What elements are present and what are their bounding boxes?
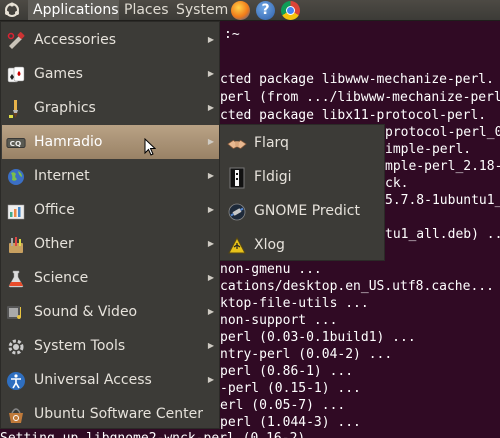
- system-menu-button[interactable]: System: [171, 0, 228, 20]
- menu-item-games[interactable]: Games ▶: [2, 57, 220, 91]
- graphics-icon: [6, 99, 26, 119]
- fldigi-icon: [227, 167, 247, 189]
- menu-item-ubuntu-software-center[interactable]: Ubuntu Software Center: [2, 397, 220, 431]
- terminal-line: protocol-perl_0: [385, 125, 500, 140]
- system-tools-icon: [6, 337, 26, 357]
- mouse-pointer-icon: [144, 137, 157, 160]
- menu-item-label: Other: [34, 236, 74, 252]
- menu-item-label: Ubuntu Software Center: [34, 406, 203, 422]
- flarq-icon: [227, 134, 247, 154]
- terminal-line: ktop-file-utils ...: [220, 296, 369, 311]
- submenu-arrow-icon: ▶: [207, 273, 214, 282]
- terminal-line: perl (1.044-3) ...: [220, 415, 361, 430]
- universal-access-icon: [6, 371, 26, 391]
- submenu-arrow-icon: ▶: [207, 103, 214, 112]
- submenu-arrow-icon: ▶: [207, 137, 214, 146]
- games-icon: [6, 65, 26, 85]
- gnome-predict-icon: [227, 202, 247, 222]
- terminal-line: mple-perl_2.18-: [385, 159, 500, 174]
- accessories-icon: [6, 31, 26, 51]
- submenu-item-gnome-predict[interactable]: GNOME Predict: [221, 194, 385, 228]
- sound-video-icon: [6, 303, 26, 323]
- submenu-item-label: Flarq: [254, 135, 289, 151]
- terminal-line: imple-perl.: [385, 142, 472, 157]
- ubuntu-logo-icon[interactable]: [4, 2, 20, 18]
- menu-item-universal-access[interactable]: Universal Access ▶: [2, 363, 220, 397]
- menu-item-label: Graphics: [34, 100, 96, 116]
- terminal-line: Setting up libgnome2-wnck-perl (0.16-2) …: [0, 430, 337, 438]
- hamradio-submenu: Flarq Fldigi GNOME Predict Xlog: [219, 124, 385, 261]
- terminal-line: non-support ...: [220, 313, 338, 328]
- software-center-icon: [6, 405, 26, 425]
- terminal-line: cted package libx11-protocol-perl.: [220, 108, 487, 123]
- other-icon: [6, 235, 26, 255]
- menu-item-other[interactable]: Other ▶: [2, 227, 220, 261]
- firefox-icon[interactable]: [231, 1, 250, 20]
- applications-menu-button[interactable]: Applications: [28, 0, 119, 20]
- menu-item-office[interactable]: Office ▶: [2, 193, 220, 227]
- menu-item-label: Science: [34, 270, 89, 286]
- terminal-line: perl (0.03-0.1build1) ...: [220, 330, 416, 345]
- submenu-arrow-icon: ▶: [207, 35, 214, 44]
- svg-text:CQ: CQ: [10, 139, 22, 148]
- submenu-item-fldigi[interactable]: Fldigi: [221, 160, 385, 194]
- terminal-line: ntry-perl (0.04-2) ...: [220, 347, 393, 362]
- top-panel: Applications Places System ?: [0, 0, 500, 21]
- internet-icon: [6, 167, 26, 187]
- applications-menu: Accessories ▶ Games ▶ Graphics ▶ CQ Hamr…: [0, 21, 220, 429]
- submenu-item-label: Fldigi: [254, 169, 292, 185]
- menu-item-sound-video[interactable]: Sound & Video ▶: [2, 295, 220, 329]
- submenu-item-flarq[interactable]: Flarq: [221, 126, 385, 160]
- menu-item-system-tools[interactable]: System Tools ▶: [2, 329, 220, 363]
- menu-item-label: Internet: [34, 168, 90, 184]
- terminal-line: cations/desktop.en_US.utf8.cache...: [220, 279, 494, 294]
- terminal-line: -perl (0.15-1) ...: [220, 381, 361, 396]
- submenu-arrow-icon: ▶: [207, 205, 214, 214]
- menu-item-hamradio[interactable]: CQ Hamradio ▶: [2, 125, 220, 159]
- menu-item-accessories[interactable]: Accessories ▶: [2, 23, 220, 57]
- science-icon: [6, 269, 26, 289]
- terminal-line: erl (0.05-7) ...: [220, 398, 346, 413]
- terminal-line: perl (from .../libwww-mechanize-perl: [220, 90, 500, 105]
- terminal-line: cted package libwww-mechanize-perl.: [220, 72, 494, 87]
- submenu-arrow-icon: ▶: [207, 307, 214, 316]
- menu-item-label: Hamradio: [34, 134, 103, 150]
- submenu-item-label: Xlog: [254, 237, 285, 253]
- menu-item-label: Sound & Video: [34, 304, 138, 320]
- menu-item-label: System Tools: [34, 338, 126, 354]
- chrome-icon[interactable]: [281, 1, 300, 20]
- terminal-line: 5.7.8-1ubuntu1_: [385, 193, 500, 208]
- xlog-icon: [227, 236, 247, 256]
- office-icon: [6, 201, 26, 221]
- menu-item-label: Office: [34, 202, 75, 218]
- submenu-item-label: GNOME Predict: [254, 203, 360, 219]
- submenu-item-xlog[interactable]: Xlog: [221, 228, 385, 262]
- places-menu-button[interactable]: Places: [119, 0, 171, 20]
- terminal-line: tu1_all.deb) ...: [385, 227, 500, 242]
- terminal-line: non-gmenu ...: [220, 262, 322, 277]
- menu-item-label: Games: [34, 66, 83, 82]
- menu-item-graphics[interactable]: Graphics ▶: [2, 91, 220, 125]
- terminal-line: ck.: [385, 176, 409, 191]
- menu-item-label: Universal Access: [34, 372, 152, 388]
- terminal-line: perl (0.86-1) ...: [220, 364, 354, 379]
- help-icon[interactable]: ?: [256, 1, 275, 20]
- menu-item-internet[interactable]: Internet ▶: [2, 159, 220, 193]
- terminal-prompt: :~: [224, 27, 240, 42]
- submenu-arrow-icon: ▶: [207, 239, 214, 248]
- submenu-arrow-icon: ▶: [207, 171, 214, 180]
- menu-item-label: Accessories: [34, 32, 117, 48]
- hamradio-icon: CQ: [6, 133, 26, 153]
- submenu-arrow-icon: ▶: [207, 69, 214, 78]
- submenu-arrow-icon: ▶: [207, 375, 214, 384]
- menu-item-science[interactable]: Science ▶: [2, 261, 220, 295]
- submenu-arrow-icon: ▶: [207, 341, 214, 350]
